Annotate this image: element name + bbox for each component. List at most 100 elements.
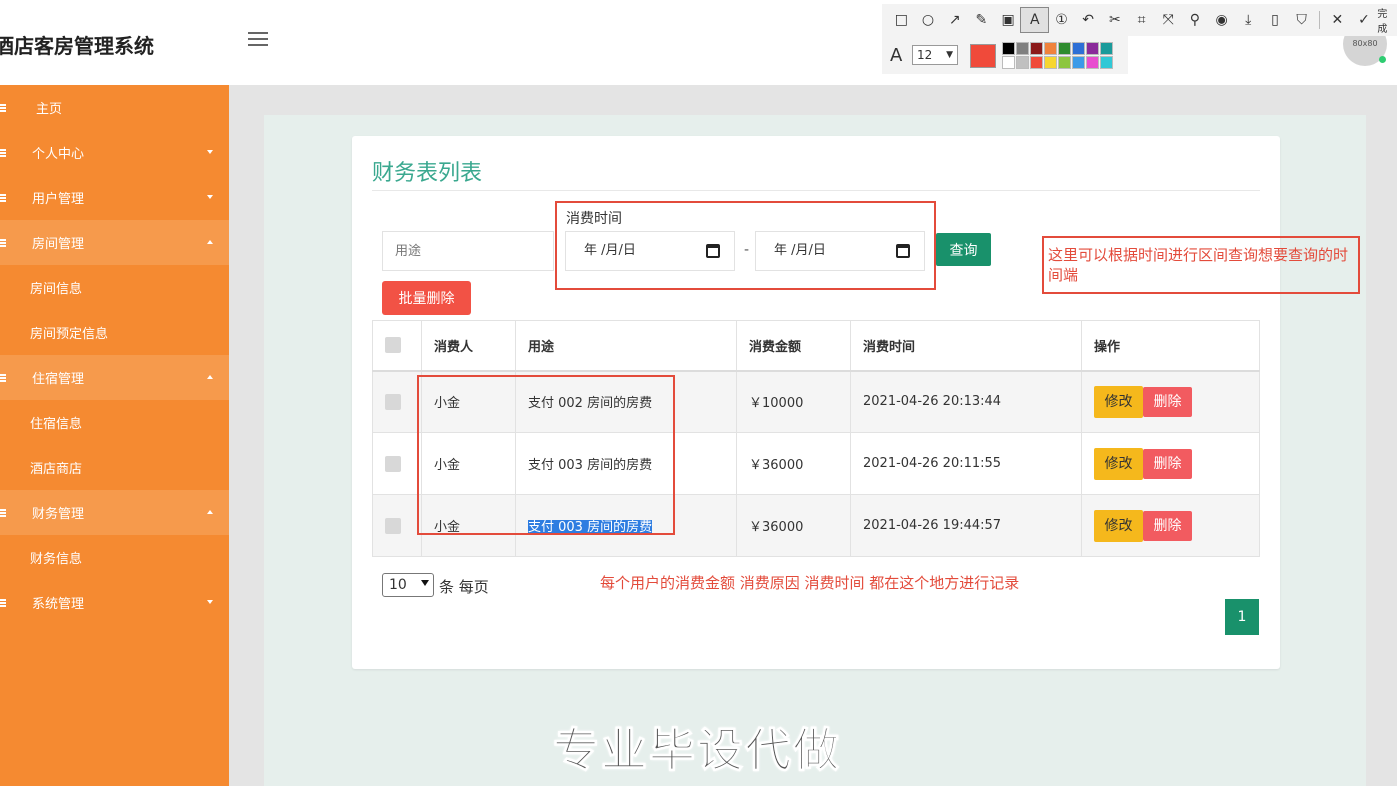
toolbar-divider (1319, 11, 1320, 29)
sidebar-item-hotel-shop[interactable]: 酒店商店 (0, 445, 229, 490)
color-swatch[interactable] (1002, 56, 1015, 69)
sidebar-item-label: 用户管理 (32, 192, 85, 207)
select-all-checkbox[interactable] (385, 337, 401, 354)
download-icon[interactable]: ⤓ (1235, 8, 1262, 32)
page-size-select[interactable]: 10 (382, 573, 434, 597)
select-all-cell (372, 320, 422, 372)
sidebar-item-stay-info[interactable]: 住宿信息 (0, 400, 229, 445)
row-checkbox[interactable] (385, 517, 401, 534)
close-icon[interactable]: ✕ (1324, 8, 1351, 32)
delete-button[interactable]: 删除 (1143, 386, 1192, 417)
arrow-tool-icon[interactable]: ↗ (941, 8, 968, 32)
list-icon (0, 373, 6, 382)
color-swatch[interactable] (1072, 56, 1085, 69)
app-title: 酒店客房管理系统 (0, 34, 154, 58)
ellipse-tool-icon[interactable]: ○ (915, 8, 942, 32)
edit-button[interactable]: 修改 (1094, 447, 1143, 480)
bookmark-icon[interactable]: ⛉ (1288, 8, 1315, 32)
table-header-row: 消费人 用途 消费金额 消费时间 操作 (372, 320, 1260, 372)
sidebar-item-personal-center[interactable]: 个人中心 (0, 130, 229, 175)
column-header: 消费人 (421, 320, 516, 372)
pen-tool-icon[interactable]: ✎ (968, 8, 995, 32)
column-header: 消费时间 (850, 320, 1082, 372)
record-icon[interactable]: ◉ (1208, 8, 1235, 32)
query-button[interactable]: 查询 (936, 233, 991, 266)
long-screenshot-icon[interactable]: ▯ (1262, 8, 1289, 32)
sidebar-item-label: 房间信息 (30, 282, 83, 297)
cut-icon[interactable]: ✂ (1102, 8, 1129, 32)
pin-icon[interactable]: ⚲ (1182, 8, 1209, 32)
color-swatch[interactable] (1016, 56, 1029, 69)
sidebar-item-finance-management[interactable]: 财务管理 (0, 490, 229, 535)
sidebar-item-stay-management[interactable]: 住宿管理 (0, 355, 229, 400)
title-divider (372, 190, 1260, 191)
mosaic-tool-icon[interactable]: ▣ (995, 8, 1022, 32)
check-icon[interactable]: ✓ (1351, 8, 1378, 32)
home-icon (0, 103, 6, 112)
current-color-swatch[interactable] (970, 44, 996, 68)
row-checkbox[interactable] (385, 393, 401, 410)
sidebar-item-room-management[interactable]: 房间管理 (0, 220, 229, 265)
page-button-1[interactable]: 1 (1225, 599, 1259, 635)
sidebar-item-room-booking[interactable]: 房间预定信息 (0, 310, 229, 355)
chevron-up-icon (207, 510, 213, 514)
color-swatch[interactable] (1100, 42, 1113, 55)
date-annotation-box (555, 201, 936, 290)
color-swatch[interactable] (1086, 56, 1099, 69)
time-cell: 2021-04-26 20:11:55 (850, 432, 1082, 495)
font-size-select[interactable]: 12 ▼ (912, 45, 958, 65)
time-cell: 2021-04-26 20:13:44 (850, 370, 1082, 433)
delete-button[interactable]: 删除 (1143, 510, 1192, 541)
color-swatch[interactable] (1072, 42, 1085, 55)
row-checkbox[interactable] (385, 455, 401, 472)
sidebar-item-user-management[interactable]: 用户管理 (0, 175, 229, 220)
screenshot-toolbar: □ ○ ↗ ✎ ▣ A ① ↶ ✂ ⌗ ⤧ ⚲ ◉ ⤓ ▯ ⛉ ✕ ✓ 完成 (882, 4, 1397, 36)
sidebar-item-home[interactable]: 主页 (0, 85, 229, 130)
edit-button[interactable]: 修改 (1094, 385, 1143, 418)
batch-delete-button[interactable]: 批量删除 (382, 281, 471, 315)
color-swatch[interactable] (1100, 56, 1113, 69)
purpose-search-input[interactable] (382, 231, 554, 271)
color-swatch[interactable] (1058, 56, 1071, 69)
translate-icon[interactable]: ⤧ (1155, 8, 1182, 32)
color-swatch[interactable] (1030, 56, 1043, 69)
done-label[interactable]: 完成 (1377, 5, 1397, 35)
color-swatch[interactable] (1058, 42, 1071, 55)
sidebar-item-room-info[interactable]: 房间信息 (0, 265, 229, 310)
column-header: 操作 (1081, 320, 1260, 372)
row-checkbox-cell (372, 370, 422, 433)
color-swatch[interactable] (1030, 42, 1043, 55)
color-swatch[interactable] (1016, 42, 1029, 55)
rectangle-tool-icon[interactable]: □ (888, 8, 915, 32)
number-tool-icon[interactable]: ① (1048, 8, 1075, 32)
color-swatch[interactable] (1044, 42, 1057, 55)
menu-toggle-icon[interactable] (248, 32, 268, 52)
ocr-icon[interactable]: ⌗ (1128, 8, 1155, 32)
actions-cell: 修改 删除 (1081, 370, 1260, 433)
edit-button[interactable]: 修改 (1094, 509, 1143, 542)
actions-cell: 修改 删除 (1081, 494, 1260, 557)
sidebar-item-finance-info[interactable]: 财务信息 (0, 535, 229, 580)
sidebar-item-label: 酒店商店 (30, 462, 83, 477)
sidebar-item-system-management[interactable]: 系统管理 (0, 580, 229, 625)
sidebar-item-label: 住宿信息 (30, 417, 83, 432)
delete-button[interactable]: 删除 (1143, 448, 1192, 479)
text-tool-icon[interactable]: A (1020, 7, 1050, 33)
color-swatch[interactable] (1002, 42, 1015, 55)
table-annotation-box (417, 375, 675, 535)
color-swatch[interactable] (1086, 42, 1099, 55)
list-icon (0, 598, 6, 607)
time-cell: 2021-04-26 19:44:57 (850, 494, 1082, 557)
sidebar-item-label: 个人中心 (32, 147, 85, 162)
chevron-up-icon (207, 240, 213, 244)
row-checkbox-cell (372, 494, 422, 557)
sidebar-item-label: 房间预定信息 (30, 327, 109, 342)
color-swatch[interactable] (1044, 56, 1057, 69)
row-checkbox-cell (372, 432, 422, 495)
color-palette (1002, 42, 1113, 69)
amount-cell: ￥10000 (736, 370, 851, 433)
undo-icon[interactable]: ↶ (1075, 8, 1102, 32)
chevron-up-icon (207, 375, 213, 379)
list-icon (0, 193, 6, 202)
sidebar-item-label: 系统管理 (32, 597, 85, 612)
